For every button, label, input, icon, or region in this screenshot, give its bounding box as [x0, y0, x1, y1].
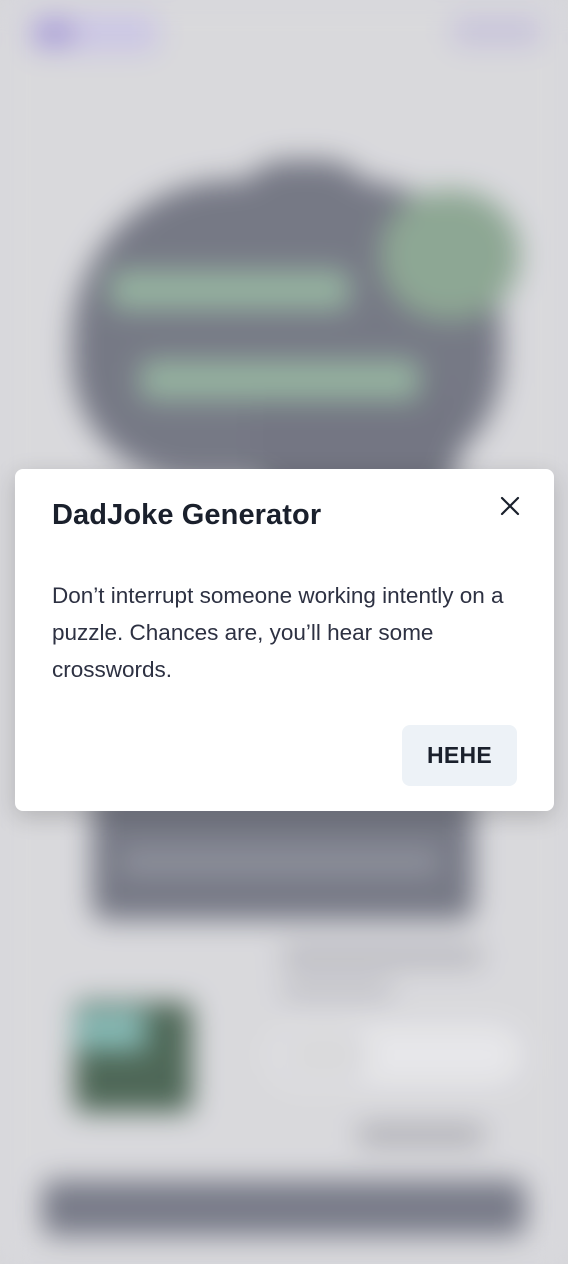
- modal-title: DadJoke Generator: [52, 499, 322, 531]
- close-icon: [493, 489, 527, 523]
- hehe-button[interactable]: HEHE: [402, 725, 517, 786]
- joke-text: Don’t interrupt someone working intently…: [52, 583, 504, 682]
- dadjoke-modal: DadJoke Generator Don’t interrupt someon…: [15, 469, 554, 811]
- close-button[interactable]: [493, 489, 527, 523]
